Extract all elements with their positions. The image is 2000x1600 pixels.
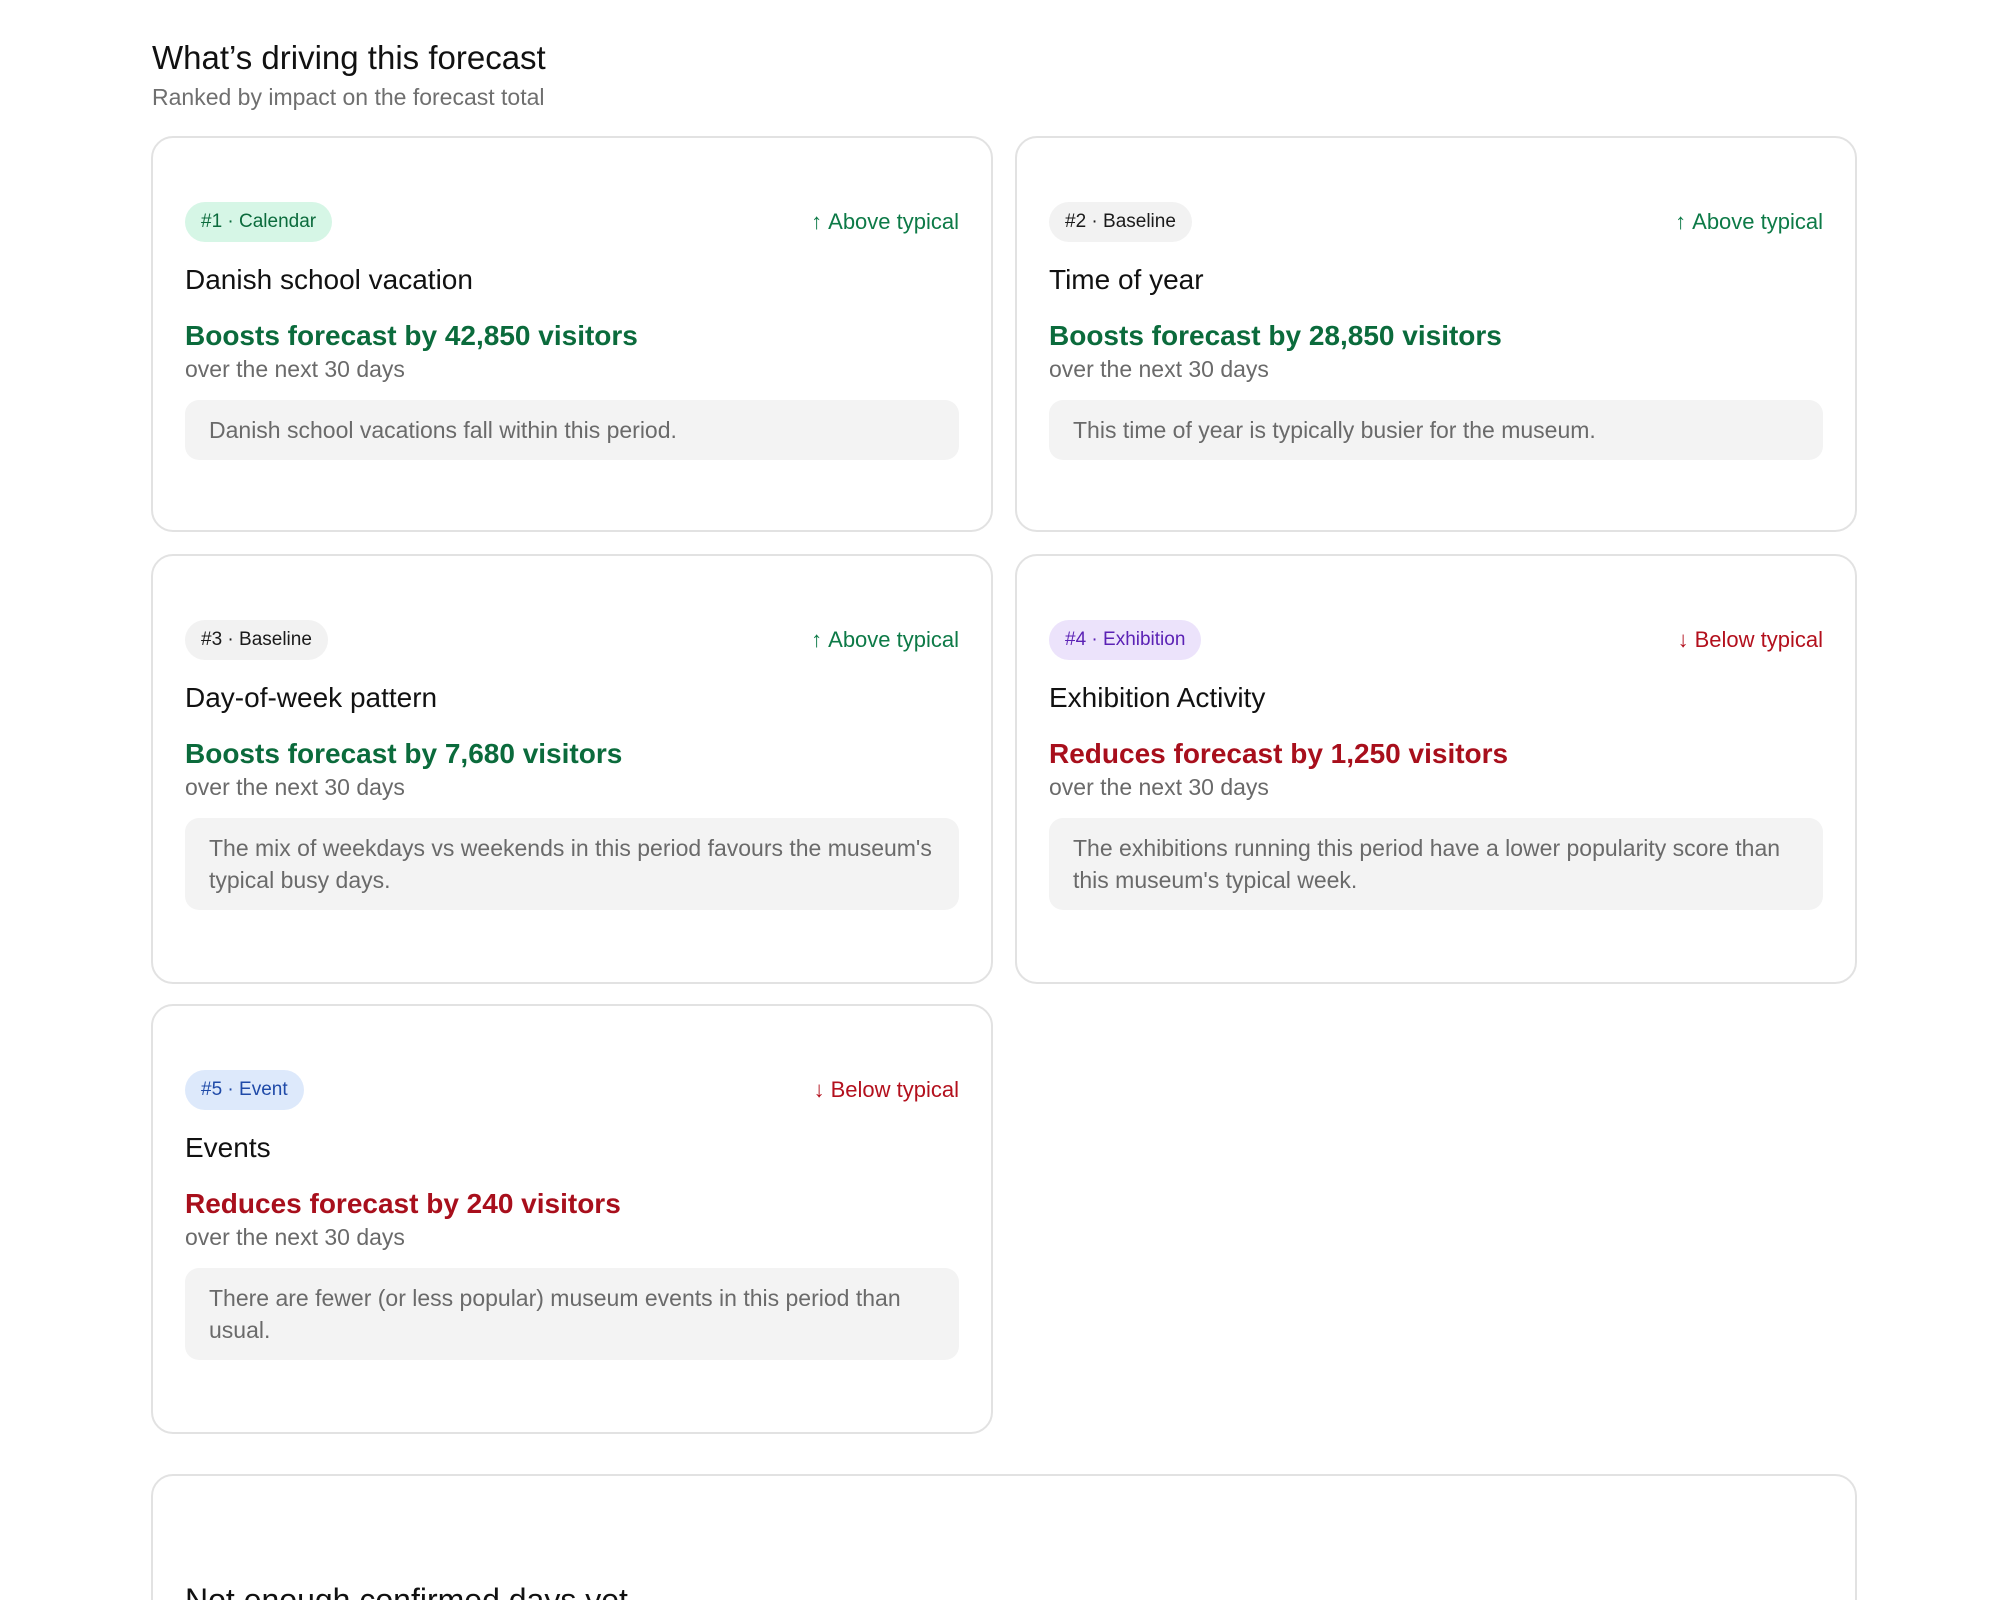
- driver-explanation: This time of year is typically busier fo…: [1049, 400, 1823, 460]
- driver-impact: Boosts forecast by 7,680 visitors: [185, 738, 623, 769]
- driver-impact: Reduces forecast by 1,250 visitors: [1049, 738, 1509, 769]
- section-title: What’s driving this forecast: [152, 39, 546, 76]
- driver-title: Danish school vacation: [185, 264, 473, 295]
- confirmed-days-title: Not enough confirmed days yet: [185, 1582, 628, 1600]
- arrow-up-icon: ↑: [811, 209, 823, 234]
- section-subtitle: Ranked by impact on the forecast total: [152, 84, 545, 110]
- driver-period: over the next 30 days: [1049, 356, 1269, 382]
- driver-impact: Reduces forecast by 240 visitors: [185, 1188, 621, 1219]
- trend-indicator: ↓ Below typical: [814, 1070, 959, 1110]
- driver-period: over the next 30 days: [185, 1224, 405, 1250]
- driver-title: Time of year: [1049, 264, 1204, 295]
- driver-card-events: #5 · Event ↓ Below typical Events Reduces…: [151, 1004, 993, 1434]
- driver-card-time-of-year: #2 · Baseline ↑ Above typical Time of yea…: [1015, 136, 1857, 532]
- trend-indicator: ↑ Above typical: [811, 202, 959, 242]
- trend-label: Above typical: [828, 627, 959, 652]
- driver-period: over the next 30 days: [185, 774, 405, 800]
- driver-rank-badge: #4 · Exhibition: [1049, 620, 1202, 660]
- driver-rank-badge: #3 · Baseline: [185, 620, 328, 660]
- trend-label: Below typical: [1694, 627, 1823, 652]
- driver-explanation: Danish school vacations fall within this…: [185, 400, 959, 460]
- driver-rank-badge: #5 · Event: [185, 1070, 304, 1110]
- driver-explanation: The exhibitions running this period have…: [1049, 818, 1823, 910]
- confirmed-days-card: Not enough confirmed days yet: [151, 1474, 1857, 1600]
- trend-label: Above typical: [1692, 209, 1823, 234]
- driver-explanation: The mix of weekdays vs weekends in this …: [185, 818, 959, 910]
- driver-card-exhibition-activity: #4 · Exhibition ↓ Below typical Exhibitio…: [1015, 554, 1857, 984]
- driver-title: Exhibition Activity: [1049, 682, 1266, 713]
- driver-card-school-vacation: #1 · Calendar ↑ Above typical Danish scho…: [151, 136, 993, 532]
- arrow-down-icon: ↓: [813, 1077, 825, 1102]
- trend-indicator: ↑ Above typical: [811, 620, 959, 660]
- driver-impact: Boosts forecast by 42,850 visitors: [185, 320, 638, 351]
- driver-title: Events: [185, 1132, 271, 1163]
- arrow-up-icon: ↑: [811, 627, 823, 652]
- driver-period: over the next 30 days: [185, 356, 405, 382]
- driver-card-day-of-week: #3 · Baseline ↑ Above typical Day-of-week…: [151, 554, 993, 984]
- driver-explanation: There are fewer (or less popular) museum…: [185, 1268, 959, 1360]
- trend-label: Above typical: [828, 209, 959, 234]
- driver-rank-badge: #1 · Calendar: [185, 202, 333, 242]
- driver-title: Day-of-week pattern: [185, 682, 438, 713]
- arrow-up-icon: ↑: [1675, 209, 1687, 234]
- page: What’s driving this forecast Ranked by i…: [0, 0, 2000, 1600]
- driver-impact: Boosts forecast by 28,850 visitors: [1049, 320, 1502, 351]
- trend-indicator: ↑ Above typical: [1675, 202, 1823, 242]
- trend-indicator: ↓ Below typical: [1678, 620, 1823, 660]
- driver-rank-badge: #2 · Baseline: [1049, 202, 1192, 242]
- driver-period: over the next 30 days: [1049, 774, 1269, 800]
- section-header: What’s driving this forecast Ranked by i…: [152, 36, 546, 112]
- trend-label: Below typical: [830, 1077, 959, 1102]
- arrow-down-icon: ↓: [1677, 627, 1689, 652]
